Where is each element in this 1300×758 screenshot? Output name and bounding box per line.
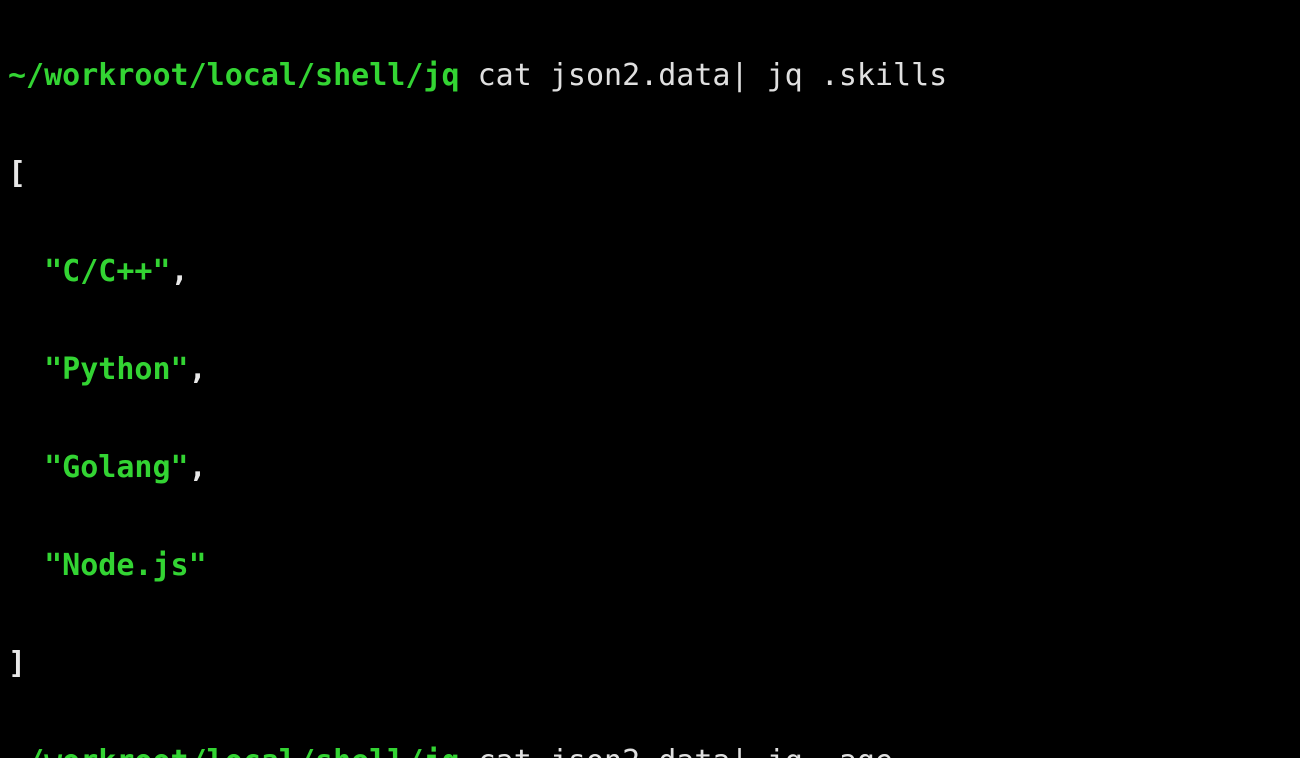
output-bracket-close: ] — [8, 639, 1292, 688]
prompt-path: ~/workroot/local/shell/jq — [8, 58, 460, 93]
json-string: "C/C++" — [8, 254, 171, 289]
output-bracket-open: [ — [8, 149, 1292, 198]
comma: , — [189, 352, 207, 387]
terminal[interactable]: ~/workroot/local/shell/jq cat json2.data… — [0, 0, 1300, 758]
json-string: "Node.js" — [8, 548, 207, 583]
comma: , — [189, 450, 207, 485]
comma: , — [171, 254, 189, 289]
json-string: "Python" — [8, 352, 189, 387]
line-cmd-age: ~/workroot/local/shell/jq cat json2.data… — [8, 737, 1292, 758]
json-string: "Golang" — [8, 450, 189, 485]
output-array-item: "Python", — [8, 345, 1292, 394]
output-array-item: "C/C++", — [8, 247, 1292, 296]
command-text: cat json2.data| jq .age — [460, 744, 893, 758]
command-text: cat json2.data| jq .skills — [460, 58, 948, 93]
output-array-item: "Node.js" — [8, 541, 1292, 590]
line-cmd-skills: ~/workroot/local/shell/jq cat json2.data… — [8, 51, 1292, 100]
prompt-path: ~/workroot/local/shell/jq — [8, 744, 460, 758]
output-array-item: "Golang", — [8, 443, 1292, 492]
